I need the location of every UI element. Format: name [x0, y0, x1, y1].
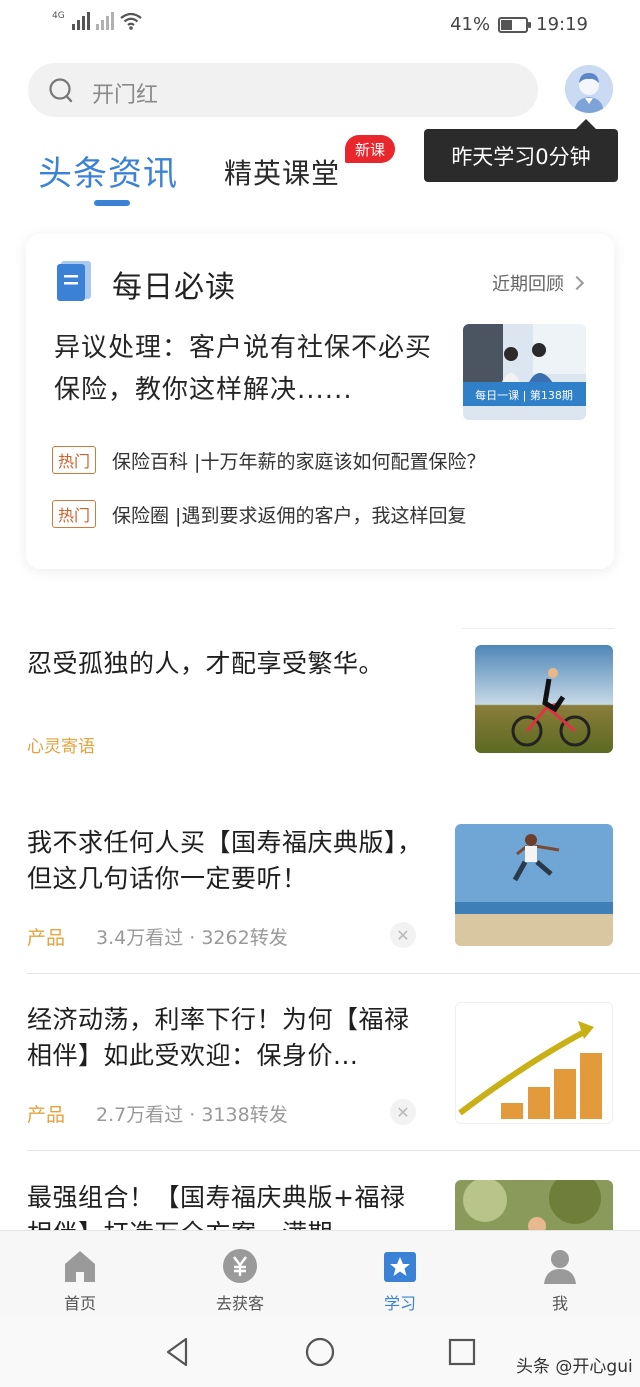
recent-review-label: 近期回顾 — [492, 274, 564, 295]
feed-article-stats: 3.4万看过 · 3262转发 — [96, 927, 288, 949]
hot-article-row[interactable]: 热门 保险百科 |十万年薪的家庭该如何配置保险？ — [52, 446, 485, 474]
bottom-nav: 首页 去获客 学习 我 — [0, 1230, 640, 1316]
battery-percent: 41% — [450, 14, 491, 35]
hot-article-title: 保险圈 |遇到要求返佣的客户，我这样回复 — [112, 504, 467, 527]
feed-article[interactable]: 忍受孤独的人，才配享受繁华。 心灵寄语 — [0, 628, 640, 773]
feed-article[interactable]: 我不求任何人买【国寿福庆典版】，但这几句话你一定要听！ 产品 3.4万看过 · … — [0, 805, 640, 973]
study-time-tooltip: 昨天学习0分钟 — [424, 119, 618, 182]
hot-tag: 热门 — [52, 446, 97, 474]
feed-article-title: 经济动荡，利率下行！为何【福禄相伴】如此受欢迎：保身价... — [27, 1005, 410, 1070]
daily-read-card: 每日必读 近期回顾 异议处理：客户说有社保不必买保险，教你这样解决...... … — [26, 234, 614, 569]
daily-lead-article[interactable]: 异议处理：客户说有社保不必买保险，教你这样解决...... — [54, 327, 444, 411]
recents-square-icon[interactable] — [446, 1336, 478, 1368]
feed-article-stats: 2.7万看过 · 3138转发 — [96, 1104, 288, 1126]
feed-article-title: 忍受孤独的人，才配享受繁华。 — [27, 649, 385, 678]
dismiss-icon[interactable]: ✕ — [390, 922, 416, 948]
feed-article-thumbnail — [475, 645, 613, 753]
feed-article-category: 心灵寄语 — [27, 737, 95, 757]
feed-article-title: 我不求任何人买【国寿福庆典版】，但这几句话你一定要听！ — [27, 828, 423, 893]
thumb-caption: 每日一课 | 第138期 — [475, 388, 573, 402]
hot-article-row[interactable]: 热门 保险圈 |遇到要求返佣的客户，我这样回复 — [52, 500, 466, 528]
signal-muted-icon — [95, 12, 114, 30]
avatar[interactable] — [565, 65, 613, 113]
feed-article-title: 最强组合！【国寿福庆典版+福禄相伴】打造万全方案，满期 — [27, 1183, 406, 1230]
daily-read-title: 每日必读 — [112, 270, 236, 305]
back-icon[interactable] — [162, 1336, 194, 1368]
divider — [27, 1150, 640, 1151]
feed-article-thumbnail — [455, 1002, 613, 1124]
nav-label: 学习 — [383, 1294, 416, 1313]
tab-headline-news[interactable]: 头条资讯 — [38, 146, 178, 195]
feed-article-thumbnail — [455, 824, 613, 946]
watermark: 头条 @开心gui — [516, 1357, 633, 1377]
search-input[interactable]: 开门红 — [28, 63, 538, 117]
status-right: 41% 19:19 — [450, 14, 588, 35]
wifi-icon — [120, 12, 142, 30]
signal-icon — [71, 12, 90, 30]
home-icon — [65, 1251, 95, 1282]
book-icon — [57, 261, 91, 301]
chevron-right-icon — [569, 275, 585, 291]
hot-tag: 热门 — [52, 500, 97, 528]
nav-label: 首页 — [63, 1294, 96, 1313]
recent-review-link[interactable]: 近期回顾 — [492, 270, 585, 296]
nav-label: 我 — [551, 1294, 568, 1313]
nav-home[interactable]: 首页 — [20, 1231, 140, 1317]
daily-lead-thumbnail[interactable]: 每日一课 | 第138期 — [463, 324, 586, 420]
network-type-label: 4G — [52, 11, 65, 21]
status-bar: 4G 41% 19:19 — [0, 0, 640, 50]
avatar-person-icon — [565, 65, 613, 113]
home-circle-icon[interactable] — [304, 1336, 336, 1368]
tab-active-indicator — [94, 200, 130, 206]
tab-elite-class[interactable]: 精英课堂 — [224, 152, 340, 192]
divider — [462, 628, 614, 629]
search-placeholder: 开门红 — [92, 83, 159, 108]
clock: 19:19 — [536, 14, 588, 35]
hot-article-title: 保险百科 |十万年薪的家庭该如何配置保险？ — [112, 450, 486, 473]
nav-label: 去获客 — [215, 1294, 264, 1313]
feed-article[interactable]: 最强组合！【国寿福庆典版+福禄相伴】打造万全方案，满期 — [0, 1160, 640, 1230]
dismiss-icon[interactable]: ✕ — [390, 1099, 416, 1125]
battery-fill — [501, 19, 512, 30]
nav-me[interactable]: 我 — [500, 1231, 620, 1317]
nav-study[interactable]: 学习 — [340, 1231, 460, 1317]
feed-article[interactable]: 经济动荡，利率下行！为何【福禄相伴】如此受欢迎：保身价... 产品 2.7万看过… — [0, 982, 640, 1150]
feed-article-category: 产品 — [27, 927, 66, 949]
battery-icon — [498, 16, 532, 33]
new-course-badge: 新课 — [345, 135, 396, 163]
search-icon — [49, 78, 73, 103]
feed-article-thumbnail — [455, 1180, 613, 1230]
divider — [27, 973, 640, 974]
feed-article-category: 产品 — [27, 1104, 66, 1126]
star-badge-icon — [384, 1252, 416, 1282]
nav-get-customers[interactable]: 去获客 — [180, 1231, 300, 1317]
person-icon — [544, 1250, 576, 1284]
yuan-icon — [223, 1249, 257, 1283]
status-left: 4G — [52, 12, 142, 30]
